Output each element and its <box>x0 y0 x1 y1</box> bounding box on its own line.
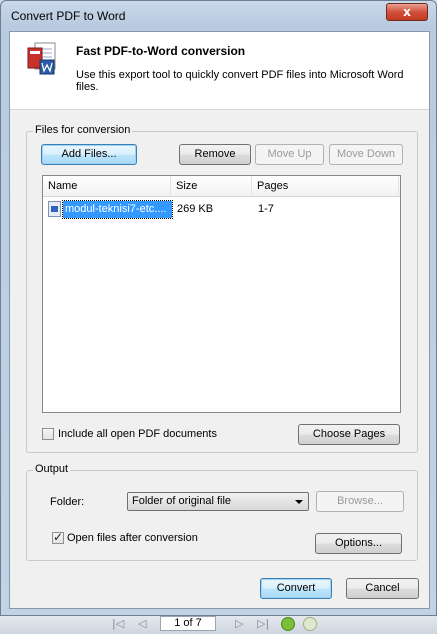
open-after-checkbox[interactable] <box>52 530 64 544</box>
back-view-icon[interactable] <box>281 617 295 631</box>
file-size-cell: 269 KB <box>177 203 214 215</box>
chevron-down-icon <box>295 500 303 504</box>
cancel-button[interactable]: Cancel <box>346 578 419 599</box>
convert-button[interactable]: Convert <box>260 578 332 599</box>
include-all-label[interactable]: Include all open PDF documents <box>58 428 217 440</box>
header-title: Fast PDF-to-Word conversion <box>76 44 246 58</box>
folder-label: Folder: <box>50 496 85 508</box>
open-after-label[interactable]: Open files after conversion <box>67 532 198 544</box>
remove-button[interactable]: Remove <box>179 144 251 165</box>
browse-button[interactable]: Browse... <box>316 491 404 512</box>
forward-view-icon[interactable] <box>303 617 317 631</box>
folder-select[interactable]: Folder of original file <box>127 492 309 511</box>
viewer-toolbar-strip: |◁ ◁ 1 of 7 ▷ ▷| <box>0 616 437 634</box>
last-page-icon[interactable]: ▷| <box>257 617 269 630</box>
previous-page-icon[interactable]: ◁ <box>138 617 146 630</box>
file-list[interactable]: Name Size Pages modul-teknisi7-etc.... 2… <box>42 175 401 413</box>
pdf-to-word-icon <box>27 42 56 75</box>
output-group-label: Output <box>33 463 71 475</box>
move-up-button[interactable]: Move Up <box>255 144 324 165</box>
choose-pages-button[interactable]: Choose Pages <box>298 424 400 445</box>
file-list-header: Name Size Pages <box>43 176 400 197</box>
header-panel: Fast PDF-to-Word conversion Use this exp… <box>10 32 429 110</box>
include-all-checkbox[interactable] <box>42 428 54 440</box>
table-row[interactable]: modul-teknisi7-etc.... 269 KB 1-7 <box>43 200 400 219</box>
column-header-name[interactable]: Name <box>43 176 171 197</box>
move-down-button[interactable]: Move Down <box>329 144 403 165</box>
file-pages-cell: 1-7 <box>258 203 274 215</box>
first-page-icon[interactable]: |◁ <box>112 617 124 630</box>
files-group-label: Files for conversion <box>33 124 133 136</box>
options-button[interactable]: Options... <box>315 533 402 554</box>
page-number-field[interactable]: 1 of 7 <box>160 616 216 631</box>
header-description: Use this export tool to quickly convert … <box>76 69 404 93</box>
file-name-cell[interactable]: modul-teknisi7-etc.... <box>62 200 173 219</box>
title-bar[interactable]: Convert PDF to Word x <box>1 1 436 31</box>
column-header-size[interactable]: Size <box>171 176 252 197</box>
pdf-file-icon <box>48 201 61 217</box>
folder-select-value: Folder of original file <box>132 495 232 507</box>
close-button[interactable]: x <box>386 3 428 21</box>
add-files-button[interactable]: Add Files... <box>41 144 137 165</box>
next-page-icon[interactable]: ▷ <box>235 617 243 630</box>
dialog-window: Convert PDF to Word x Fast PDF-to-Word c… <box>0 0 437 616</box>
dialog-body: Fast PDF-to-Word conversion Use this exp… <box>9 31 430 609</box>
window-title: Convert PDF to Word <box>11 9 126 23</box>
column-header-pages[interactable]: Pages <box>252 176 399 197</box>
